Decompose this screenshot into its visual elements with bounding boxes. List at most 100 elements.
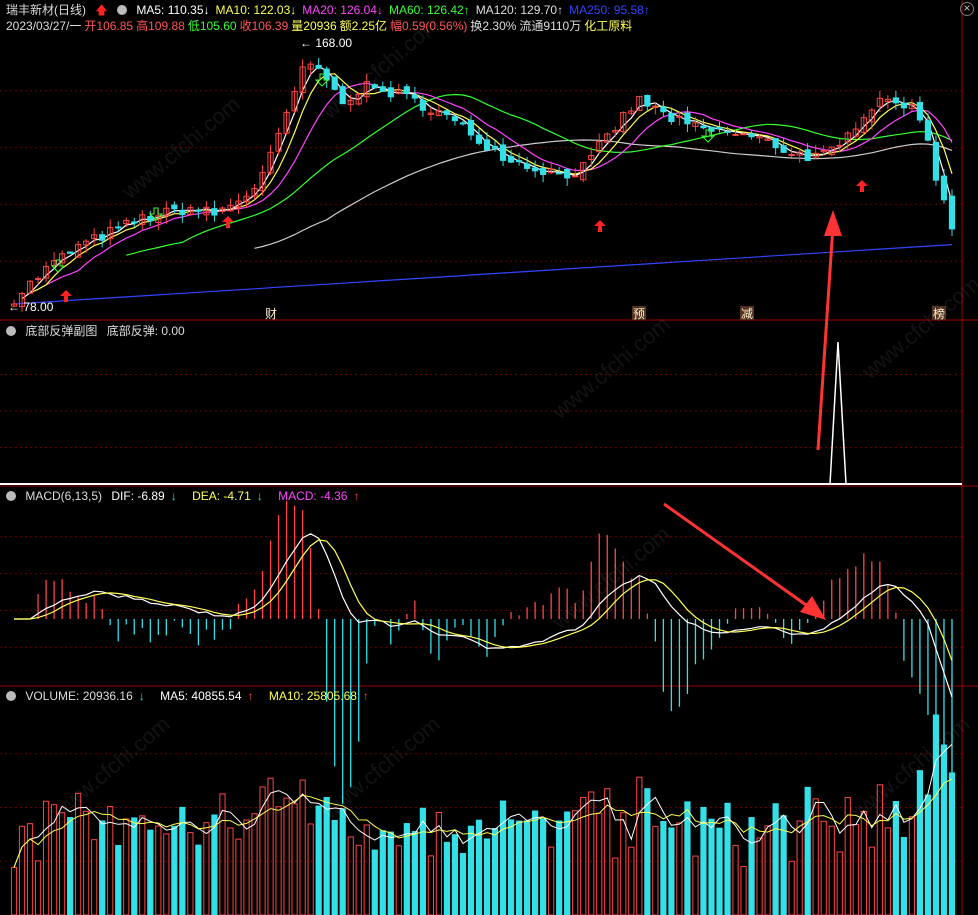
volume-bar <box>804 786 811 915</box>
info-item: 低105.60 <box>187 19 237 33</box>
candle <box>419 99 426 111</box>
macd-header: MACD(6,13,5) DIF: -6.89 ↓ DEA: -4.71 ↓ MAC… <box>6 488 371 504</box>
candle <box>179 210 186 216</box>
volume-bar <box>18 825 26 915</box>
macd-title: MACD(6,13,5) <box>25 489 103 503</box>
volume-bar <box>636 776 643 915</box>
close-icon[interactable]: × <box>960 2 974 16</box>
volume-bar <box>363 824 370 915</box>
ohlc-info: 2023/03/27/一 开106.85 高109.88 低105.60 收106.39… <box>6 18 635 34</box>
volume-bar <box>315 805 322 915</box>
volume-menu-icon[interactable] <box>6 691 16 701</box>
candle <box>540 168 547 175</box>
volume-bar <box>740 866 747 915</box>
volume-bar <box>748 817 755 915</box>
volume-bar <box>99 820 106 915</box>
info-item: 2023/03/27/一 <box>6 19 82 33</box>
volume-bar <box>940 744 948 915</box>
ma-legend-item: MA20: 126.04↓ <box>302 3 383 17</box>
volume-bar <box>644 788 651 915</box>
ma120-line <box>254 139 953 249</box>
volume-bar <box>147 829 154 915</box>
buy-arrow-icon <box>594 220 606 232</box>
volume-bar <box>908 816 916 915</box>
candle <box>131 221 138 224</box>
volume-bar <box>411 831 418 915</box>
ma-legend-item: MA120: 129.70↑ <box>475 3 564 17</box>
volume-bar <box>251 813 258 915</box>
candle <box>700 125 707 129</box>
volume-bar <box>267 777 274 915</box>
volume-bar <box>788 860 795 915</box>
volume-bar <box>291 803 298 915</box>
event-marker-label: 财 <box>265 307 277 321</box>
candle <box>740 133 747 136</box>
candle <box>948 195 956 230</box>
volume-bar <box>523 820 531 915</box>
candle <box>451 116 459 122</box>
volume-bar <box>820 820 827 915</box>
ma250-line <box>13 244 953 305</box>
volume-bar <box>916 770 924 915</box>
candle <box>499 144 507 161</box>
macd-menu-icon[interactable] <box>6 491 16 501</box>
volume-bar <box>620 812 627 915</box>
settings-dot-icon[interactable] <box>117 5 128 15</box>
candle <box>483 139 491 151</box>
volume-bar <box>588 791 595 915</box>
candle <box>67 251 74 254</box>
volume-bar <box>612 857 619 915</box>
volume-bar <box>828 825 835 915</box>
volume-bar <box>307 823 314 915</box>
volume-bar <box>331 819 338 915</box>
annotation-arrow-line <box>816 225 835 451</box>
volume-bar <box>10 866 18 915</box>
volume-header: VOLUME: 20936.16 ↓ MA5: 40855.54 ↑ MA10: 2… <box>6 688 381 704</box>
candle <box>724 130 731 133</box>
sub1-menu-icon[interactable] <box>6 326 16 336</box>
buy-arrow-icon <box>856 180 868 192</box>
volume-bar <box>868 846 875 915</box>
sub1-header: 底部反弹副图 底部反弹: 0.00 <box>6 323 191 339</box>
volume-bar <box>339 808 346 915</box>
sub1-value: 底部反弹: 0.00 <box>106 324 185 338</box>
ma-legend: 瑞丰新材(日线) 🡅 MA5: 110.35↓ MA10: 122.03↓ MA20… <box>6 2 662 18</box>
volume-ma5-line <box>13 743 953 868</box>
volume-bar <box>628 846 635 915</box>
candle <box>892 97 899 104</box>
candle <box>916 101 924 121</box>
volume-bar <box>764 825 771 915</box>
candle <box>732 133 739 136</box>
candle <box>323 68 330 81</box>
volume-bar <box>123 818 130 915</box>
volume-bar <box>243 819 250 915</box>
volume-bar <box>443 841 451 915</box>
candle <box>748 133 755 138</box>
volume-ma5: MA5: 40855.54 ↑ <box>160 689 254 703</box>
volume-bar <box>580 796 587 915</box>
volume-bar <box>395 845 402 915</box>
volume-bar <box>756 837 763 915</box>
event-marker-label: 预 <box>633 307 645 321</box>
volume-bar <box>26 823 34 915</box>
volume-bar <box>852 824 859 915</box>
candle <box>564 168 571 179</box>
volume-bar <box>91 839 98 915</box>
volume-bar <box>115 845 122 915</box>
volume-bar <box>83 810 90 915</box>
candle <box>475 134 483 144</box>
candle <box>556 172 563 175</box>
volume-bar <box>227 827 234 915</box>
annotation-arrow-line-2 <box>663 502 817 614</box>
candle <box>459 122 467 125</box>
candle <box>772 138 779 149</box>
annotation-arrowhead-2 <box>800 596 826 620</box>
candle <box>836 144 843 147</box>
volume-bar <box>139 815 146 915</box>
macd-dea: DEA: -4.71 ↓ <box>192 489 263 503</box>
info-item: 量20936 <box>291 19 337 33</box>
volume-bar <box>379 830 386 915</box>
candle <box>411 94 418 99</box>
chart-canvas: ← 168.00← 78.00 财预减榜www.cfchi.comwww.cfch… <box>0 0 978 915</box>
volume-bar <box>572 810 579 915</box>
